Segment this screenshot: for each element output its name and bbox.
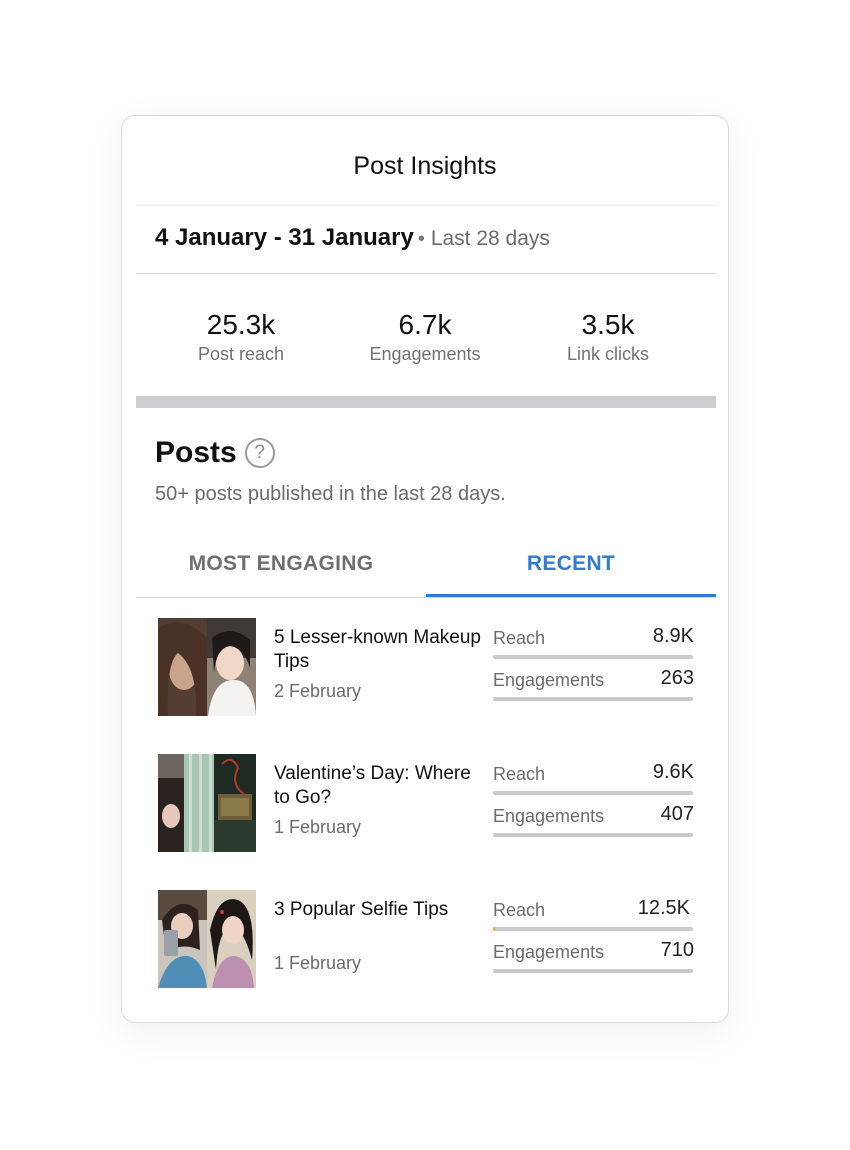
reach-label: Reach [493, 764, 546, 784]
post-thumbnail [158, 890, 256, 988]
post-title[interactable]: Valentine’s Day: Where to Go? [274, 762, 484, 810]
post-row[interactable]: Valentine’s Day: Where to Go? 1 February… [136, 752, 716, 852]
engagements-bar [493, 969, 693, 973]
posts-title: Posts [155, 436, 237, 469]
post-date: 1 February [274, 953, 362, 973]
date-range: 4 January - 31 January [155, 224, 414, 251]
engagements-value: 407 [660, 803, 694, 825]
reach-value: 9.6K [652, 761, 694, 783]
reach-bar [493, 791, 693, 795]
engagements-label: Engagements [493, 670, 605, 690]
date-range-selector[interactable]: 4 January - 31 January • Last 28 days [155, 224, 550, 252]
post-thumbnail [158, 754, 256, 852]
reach-label: Reach [493, 900, 546, 920]
reach-value: 12.5K [637, 897, 690, 919]
page-title: Post Insights [353, 152, 497, 180]
post-row[interactable]: 5 Lesser-known Makeup Tips 2 February Re… [136, 616, 716, 716]
engagements-label: Engagements [493, 806, 605, 826]
post-row[interactable]: 3 Popular Selfie Tips 1 February Reach 1… [136, 888, 716, 988]
stat-value: 6.7k [398, 309, 452, 340]
stat-value: 3.5k [581, 309, 635, 340]
reach-bar [493, 655, 693, 659]
engagements-bar [493, 833, 693, 837]
stat-value: 25.3k [206, 309, 276, 340]
divider [136, 273, 716, 274]
post-thumbnail [158, 618, 256, 716]
stat-label: Engagements [369, 344, 481, 364]
divider [136, 205, 716, 206]
tab-divider [136, 597, 716, 598]
stat-label: Post reach [197, 344, 285, 364]
post-title[interactable]: 5 Lesser-known Makeup Tips [274, 626, 484, 674]
post-insights-card: Post Insights 4 January - 31 January • Las… [121, 115, 729, 1023]
engagements-value: 710 [660, 939, 694, 961]
separator-dot: • [417, 228, 425, 250]
stat-label: Link clicks [566, 344, 650, 364]
help-icon[interactable]: ? [244, 438, 275, 468]
engagements-value: 263 [660, 667, 694, 689]
reach-label: Reach [493, 628, 546, 648]
reach-value: 8.9K [652, 625, 694, 647]
engagements-bar [493, 697, 693, 701]
posts-heading: Posts ? [155, 436, 275, 470]
engagements-label: Engagements [493, 942, 605, 962]
reach-bar [493, 927, 693, 931]
tab-most-engaging[interactable]: MOST ENGAGING [136, 536, 426, 598]
stat-link-clicks: 3.5k Link clicks [518, 308, 698, 365]
post-date: 2 February [274, 681, 362, 701]
date-period: Last 28 days [430, 227, 550, 250]
tab-recent[interactable]: RECENT [426, 536, 716, 598]
posts-subtitle: 50+ posts published in the last 28 days. [155, 483, 506, 505]
section-divider [136, 396, 716, 408]
active-tab-indicator [426, 594, 716, 597]
post-title[interactable]: 3 Popular Selfie Tips [274, 898, 484, 922]
stat-post-reach: 25.3k Post reach [151, 308, 331, 365]
stat-engagements: 6.7k Engagements [335, 308, 515, 365]
post-date: 1 February [274, 817, 362, 837]
